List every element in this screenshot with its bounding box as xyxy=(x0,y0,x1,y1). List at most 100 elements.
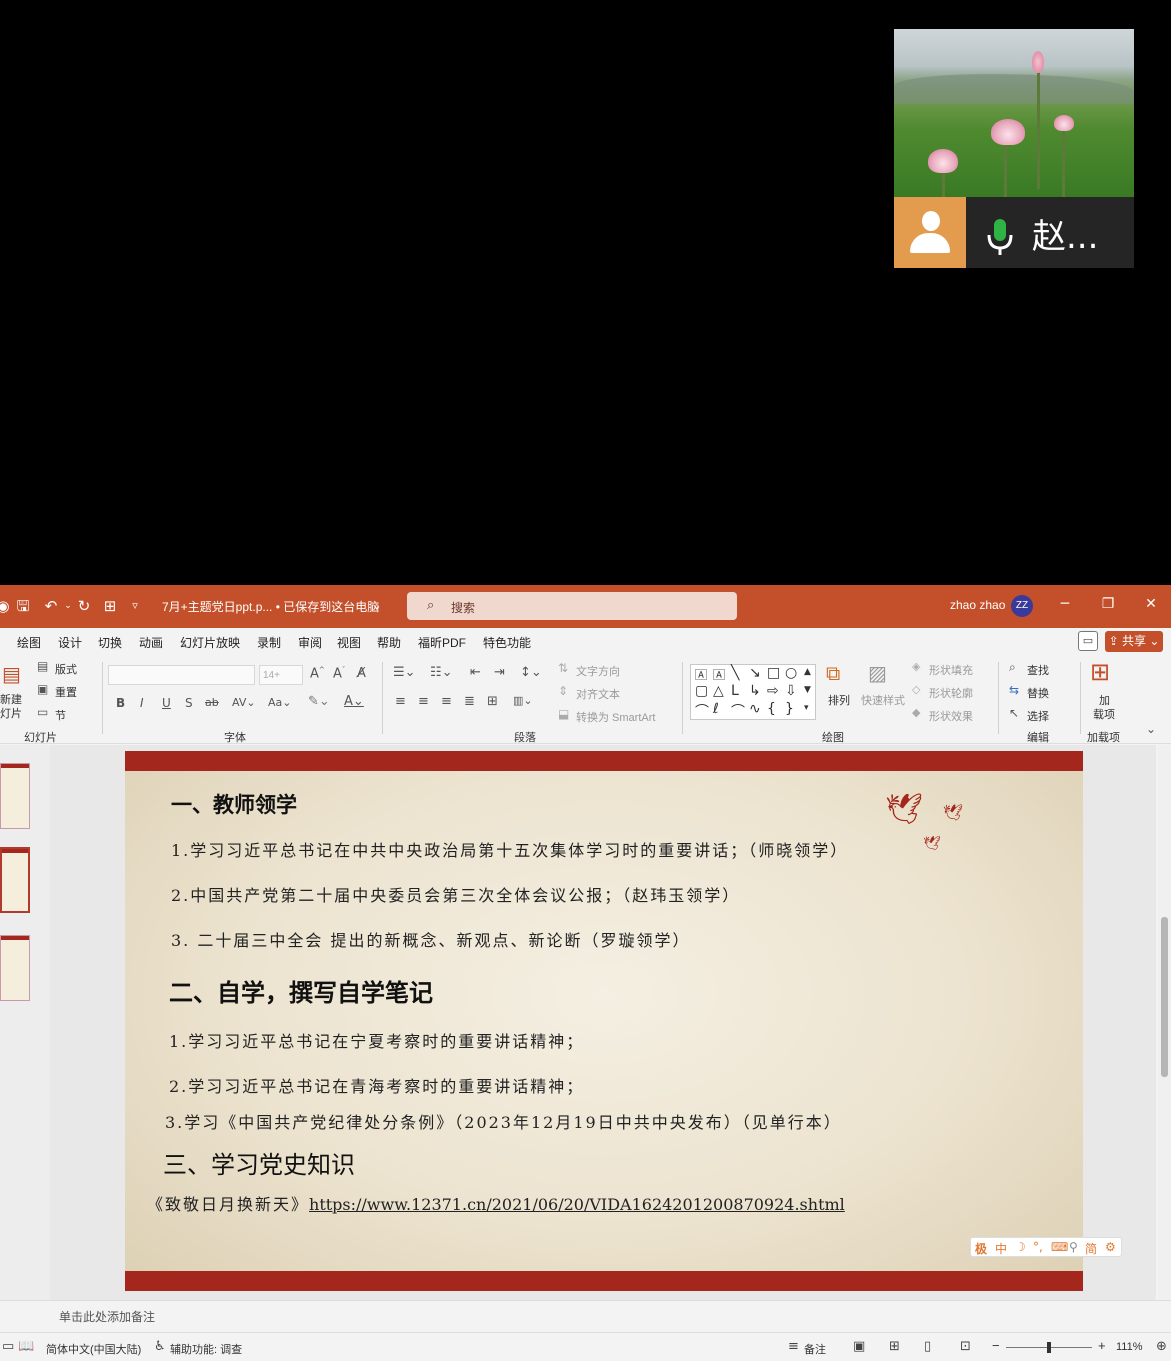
save-icon[interactable]: 🖫 xyxy=(14,597,32,615)
tab-animations[interactable]: 动画 xyxy=(139,634,163,651)
section-button[interactable]: 节 xyxy=(55,707,66,723)
slide-sorter-icon[interactable]: ⊞ xyxy=(889,1339,900,1354)
underline-icon[interactable]: U xyxy=(162,696,171,710)
close-button[interactable]: ✕ xyxy=(1141,596,1161,612)
bold-icon[interactable]: B xyxy=(116,696,125,710)
tab-foxit-pdf[interactable]: 福昕PDF xyxy=(418,634,466,651)
find-button[interactable]: 查找 xyxy=(1027,662,1049,678)
minimize-button[interactable]: ─ xyxy=(1055,596,1075,612)
restore-button[interactable]: ❐ xyxy=(1098,596,1118,612)
video-tile[interactable]: 赵... xyxy=(894,29,1134,268)
ime-logo-icon[interactable]: 极 xyxy=(975,1240,987,1257)
new-slide-label-2[interactable]: 灯片 xyxy=(0,705,22,721)
strikethrough-icon[interactable]: ab xyxy=(205,696,219,709)
user-avatar[interactable]: ZZ xyxy=(1011,595,1033,617)
italic-icon[interactable]: I xyxy=(140,696,144,710)
font-family-select[interactable] xyxy=(108,665,255,685)
shadow-icon[interactable]: S xyxy=(185,696,193,710)
video-link[interactable]: https://www.12371.cn/2021/06/20/VIDA1624… xyxy=(309,1195,845,1214)
line-spacing-icon[interactable]: ↕⌄ xyxy=(520,665,542,680)
language-status[interactable]: 简体中文(中国大陆) xyxy=(46,1341,141,1357)
increase-indent-icon[interactable]: ⇥ xyxy=(494,665,505,680)
autosave-icon[interactable]: ◉ xyxy=(0,597,12,615)
addins-button-2[interactable]: 载项 xyxy=(1093,706,1115,722)
undo-icon[interactable]: ↶ xyxy=(42,597,60,615)
zoom-out-icon[interactable]: − xyxy=(992,1338,1000,1353)
change-case-icon[interactable]: Aa⌄ xyxy=(268,696,291,709)
spellcheck-icon[interactable]: 📖 xyxy=(18,1339,34,1354)
numbering-icon[interactable]: ☷⌄ xyxy=(430,665,453,680)
new-slide-icon[interactable]: ▤ xyxy=(2,662,21,686)
decrease-indent-icon[interactable]: ⇤ xyxy=(470,665,481,680)
document-title[interactable]: 7月+主题党日ppt.p... • 已保存到这台电脑 xyxy=(162,598,379,615)
slide-thumbnail[interactable] xyxy=(0,935,30,1001)
zoom-in-icon[interactable]: + xyxy=(1098,1338,1106,1353)
ime-charset[interactable]: 简 xyxy=(1085,1240,1097,1257)
slideshow-icon[interactable]: ⊡ xyxy=(960,1339,971,1354)
tab-draw[interactable]: 绘图 xyxy=(17,634,41,651)
tab-special-features[interactable]: 特色功能 xyxy=(483,634,531,651)
scrollbar-thumb[interactable] xyxy=(1161,917,1168,1077)
tab-design[interactable]: 设计 xyxy=(58,634,82,651)
text-direction-button[interactable]: 文字方向 xyxy=(576,663,620,679)
collapse-ribbon-icon[interactable]: ⌄ xyxy=(1146,722,1156,736)
shape-fill-button[interactable]: 形状填充 xyxy=(929,662,973,678)
shape-effects-button[interactable]: 形状效果 xyxy=(929,708,973,724)
replace-button[interactable]: 替换 xyxy=(1027,685,1049,701)
font-size-select[interactable]: 14+ xyxy=(259,665,303,685)
layout-button[interactable]: 版式 xyxy=(55,661,77,677)
customize-qat-icon[interactable]: ▿ xyxy=(126,597,144,615)
slide-thumbnail-selected[interactable] xyxy=(0,847,30,913)
tab-record[interactable]: 录制 xyxy=(257,634,281,651)
ime-toolbar[interactable]: 极 中 ☽ °, ⌨ ⚲ 简 ⚙ xyxy=(970,1237,1122,1257)
columns-icon[interactable]: ▥⌄ xyxy=(513,694,533,707)
char-spacing-icon[interactable]: AV⌄ xyxy=(232,696,256,709)
tab-slideshow[interactable]: 幻灯片放映 xyxy=(180,634,240,651)
chevron-down-icon[interactable]: ⌄ xyxy=(368,597,386,615)
tab-transitions[interactable]: 切换 xyxy=(98,634,122,651)
notes-pane[interactable]: 单击此处添加备注 xyxy=(0,1300,1171,1332)
select-button[interactable]: 选择 xyxy=(1027,708,1049,724)
arrange-button[interactable]: 排列 xyxy=(828,692,850,708)
accessibility-status[interactable]: 辅助功能: 调查 xyxy=(170,1341,242,1357)
zoom-level[interactable]: 111% xyxy=(1116,1341,1143,1353)
user-icon[interactable]: ⚲ xyxy=(1069,1240,1078,1254)
vertical-scrollbar[interactable] xyxy=(1158,745,1171,1300)
highlight-icon[interactable]: ✎⌄ xyxy=(308,694,330,709)
user-name[interactable]: zhao zhao xyxy=(950,598,1005,612)
punctuation-icon[interactable]: °, xyxy=(1033,1240,1043,1254)
shapes-gallery[interactable]: 🄰 🄰 ╲ ↘ □ ○ ▢ △ ᒪ ↳ ⇨ ⇩ ⌒ ℓ ⌒ ∿ { } ▲ ▼ xyxy=(690,664,816,720)
decrease-font-icon[interactable]: Aˇ xyxy=(333,666,345,681)
slide-thumbnail[interactable] xyxy=(0,763,30,829)
comments-icon[interactable]: ▭ xyxy=(1078,631,1098,651)
distributed-icon[interactable]: ⊞ xyxy=(487,694,498,709)
shape-outline-button[interactable]: 形状轮廓 xyxy=(929,685,973,701)
quick-styles-button[interactable]: 快速样式 xyxy=(861,692,905,708)
zoom-slider-knob[interactable] xyxy=(1047,1342,1051,1353)
clear-format-icon[interactable]: A̸ xyxy=(357,666,366,681)
align-right-icon[interactable]: ≡ xyxy=(441,694,452,709)
normal-view-icon[interactable]: ▣ xyxy=(853,1339,865,1354)
ime-mode[interactable]: 中 xyxy=(995,1240,1007,1257)
font-color-icon[interactable]: A⌄ xyxy=(344,694,364,709)
tab-review[interactable]: 审阅 xyxy=(298,634,322,651)
share-button[interactable]: ⇪ 共享 ⌄ xyxy=(1105,631,1163,652)
gear-icon[interactable]: ⚙ xyxy=(1105,1240,1116,1254)
fit-to-window-icon[interactable]: ⊕ xyxy=(1156,1339,1167,1354)
present-icon[interactable]: ⊞ xyxy=(101,597,119,615)
tab-help[interactable]: 帮助 xyxy=(377,634,401,651)
align-left-icon[interactable]: ≡ xyxy=(395,694,406,709)
slide[interactable]: 🕊 🕊 🕊 一、教师领学 1.学习习近平总书记在中共中央政治局第十五次集体学习时… xyxy=(125,751,1083,1291)
align-center-icon[interactable]: ≡ xyxy=(418,694,429,709)
increase-font-icon[interactable]: A^ xyxy=(310,666,325,681)
reading-view-icon[interactable]: ▯ xyxy=(924,1339,931,1354)
notes-button[interactable]: 备注 xyxy=(804,1341,826,1357)
microphone-icon[interactable] xyxy=(986,217,1014,257)
moon-icon[interactable]: ☽ xyxy=(1015,1240,1026,1254)
justify-icon[interactable]: ≣ xyxy=(464,694,475,709)
tab-view[interactable]: 视图 xyxy=(337,634,361,651)
bullets-icon[interactable]: ☰⌄ xyxy=(393,665,416,680)
keyboard-icon[interactable]: ⌨ xyxy=(1051,1240,1068,1254)
align-text-button[interactable]: 对齐文本 xyxy=(576,686,620,702)
smartart-button[interactable]: 转换为 SmartArt xyxy=(576,709,655,725)
